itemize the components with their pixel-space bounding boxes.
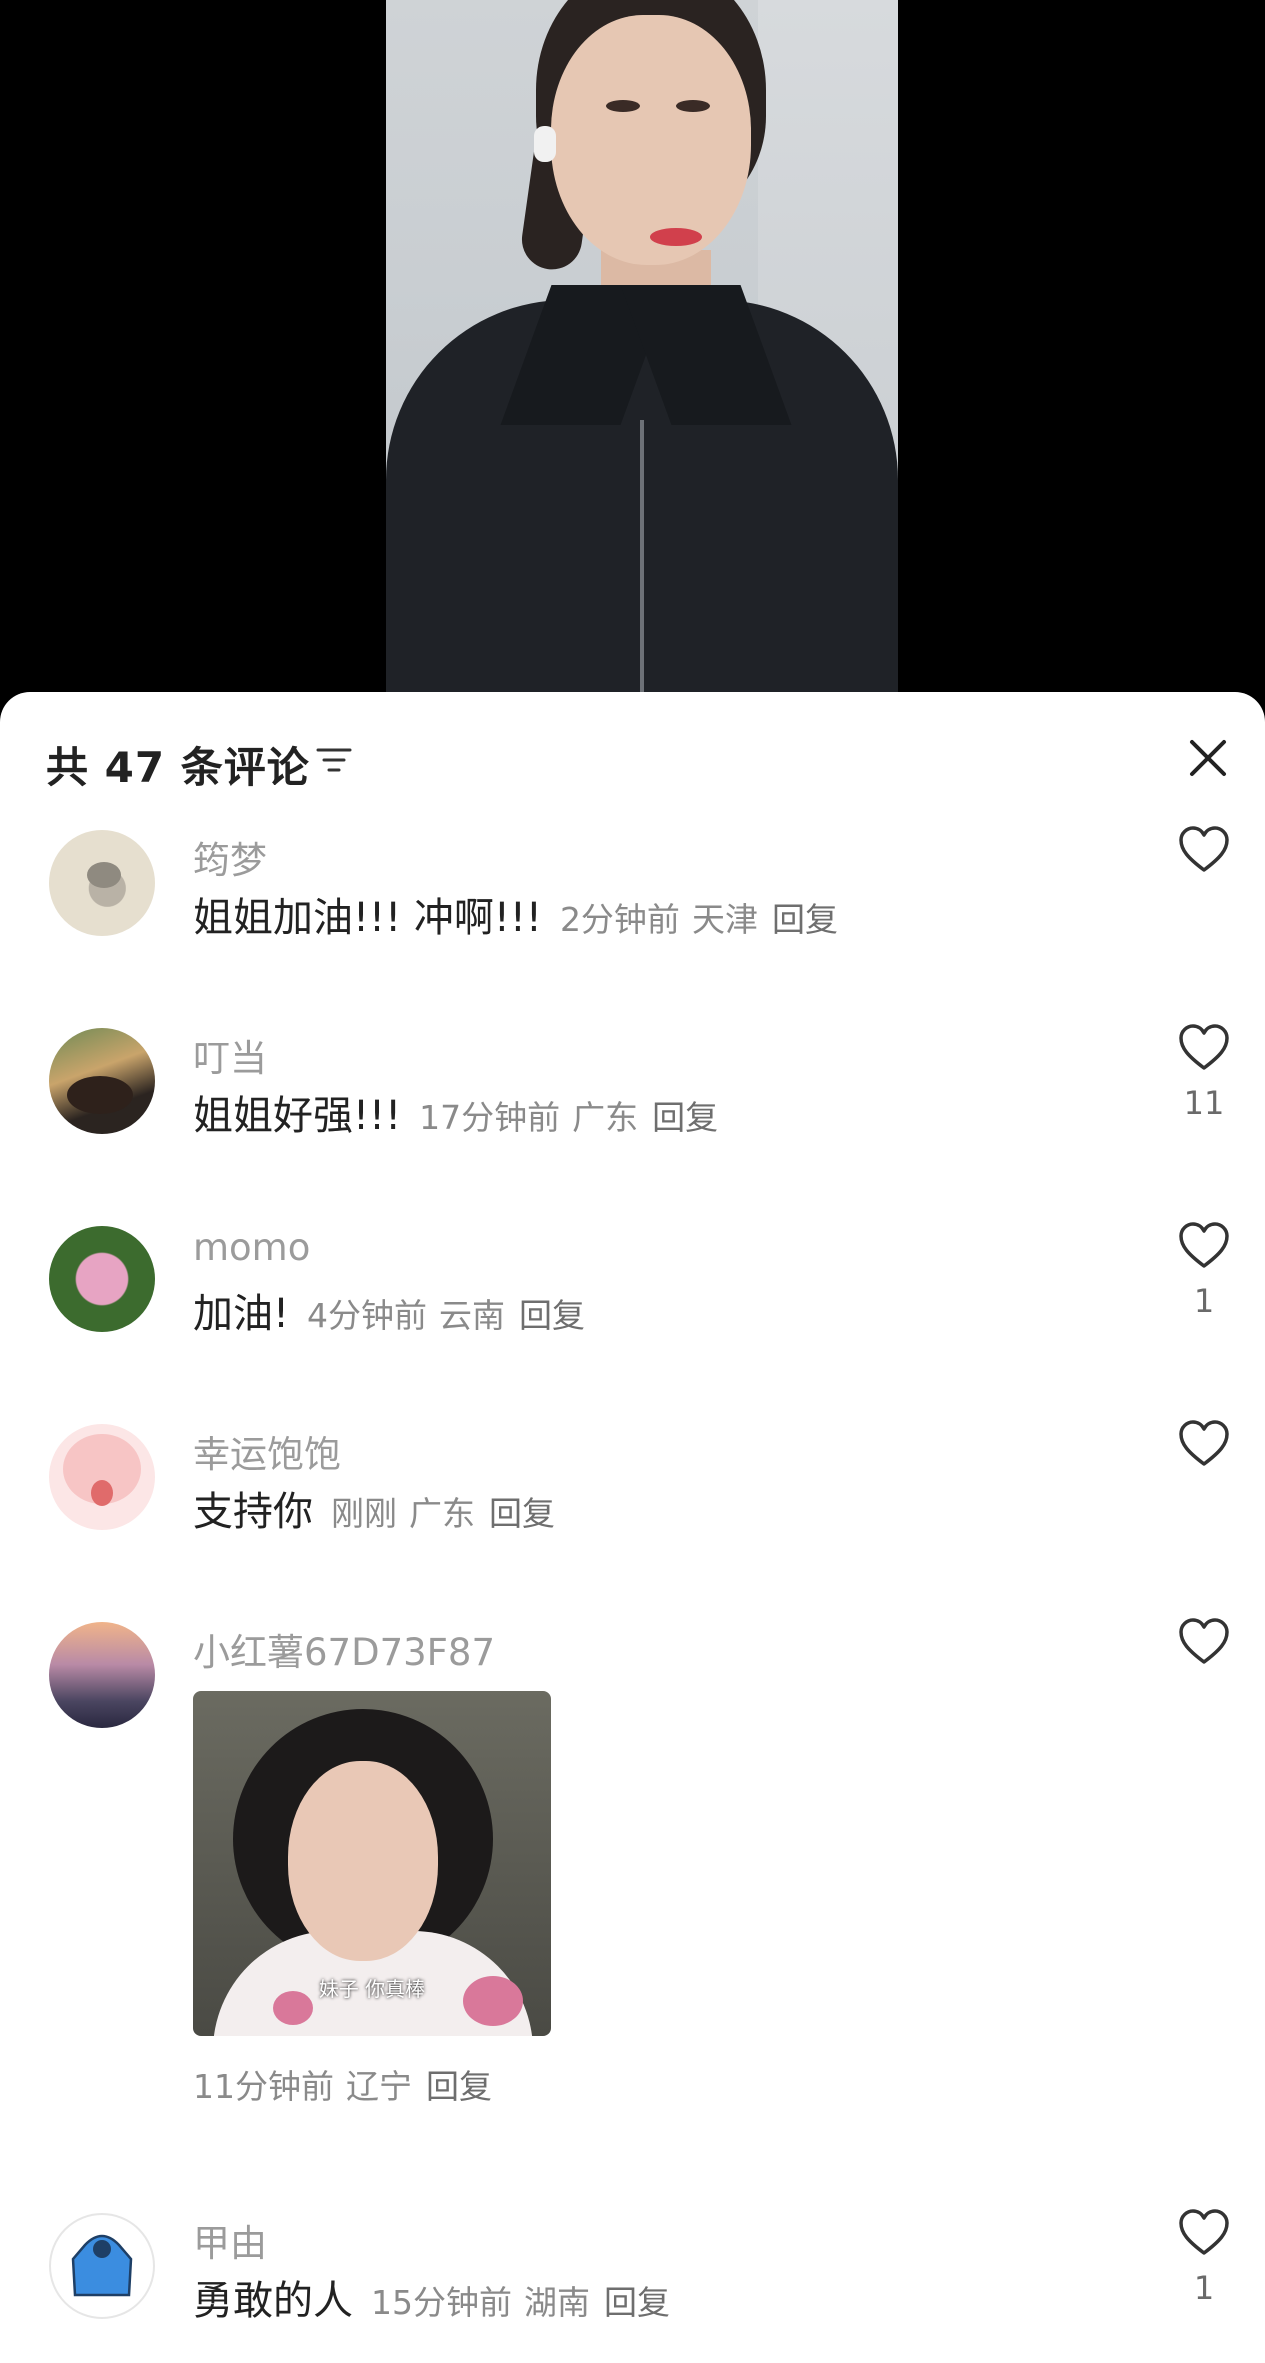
heart-outline-icon[interactable] [1178,1024,1230,1072]
comment-username[interactable]: momo [193,1226,310,1269]
comment-location: 天津 [691,900,758,939]
comment-username[interactable]: 筠梦 [193,830,267,884]
heart-outline-icon[interactable] [1178,826,1230,874]
avatar[interactable] [49,2213,155,2319]
comment-text: 姐姐好强!!! [193,1093,402,1139]
comment-time: 11分钟前 [193,2067,334,2106]
comment-text: 支持你 [193,1489,313,1535]
heart-outline-icon[interactable] [1178,1420,1230,1468]
video-frame [386,0,898,700]
comment-text: 加油! [193,1291,290,1337]
comment-content: 支持你 刚刚 广东 回复 [193,1479,555,1537]
like-count: 1 [1193,1282,1215,1320]
comment-count-title: 共 47 条评论 [46,743,310,792]
comment-username[interactable]: 幸运饱饱 [193,1424,341,1478]
sticker-image[interactable]: 妹子 你真棒 [193,1691,551,2036]
heart-outline-icon[interactable] [1178,1618,1230,1666]
avatar[interactable] [49,1424,155,1530]
reply-button[interactable]: 回复 [652,1098,718,1137]
avatar[interactable] [49,830,155,936]
comment-username[interactable]: 小红薯67D73F87 [193,1622,495,1676]
comment-content: 姐姐好强!!! 17分钟前 广东 回复 [193,1083,718,1141]
comment-sheet-header: 共 47 条评论 [0,692,1265,822]
close-icon[interactable] [1188,738,1228,778]
reply-button[interactable]: 回复 [772,900,838,939]
heart-outline-icon[interactable] [1178,2209,1230,2257]
comment-text: 姐姐加油!!! 冲啊!!! [193,895,542,941]
comment-meta: 11分钟前 辽宁 回复 [193,2060,492,2108]
comment-time: 17分钟前 [419,1098,561,1137]
avatar[interactable] [49,1622,155,1728]
comment-time: 刚刚 [331,1494,397,1533]
comment-time: 2分钟前 [559,900,680,939]
avatar[interactable] [49,1028,155,1134]
video-player[interactable] [0,0,1265,700]
comment-time: 4分钟前 [307,1296,428,1335]
comment-content: 加油! 4分钟前 云南 回复 [193,1281,585,1339]
avatar[interactable] [49,1226,155,1332]
comment-text: 勇敢的人 [193,2278,353,2324]
sort-icon[interactable] [316,744,352,776]
reply-button[interactable]: 回复 [426,2067,492,2106]
comment-location: 广东 [572,1098,639,1137]
comment-sheet: 共 47 条评论 筠梦 姐姐加油!!! 冲啊!!!2分钟前天津回复 叮当 [0,692,1265,2363]
comment-content: 姐姐加油!!! 冲啊!!! 2分钟前 天津 回复 [193,885,838,943]
sticker-caption: 妹子 你真棒 [318,1977,426,2001]
reply-button[interactable]: 回复 [519,1296,585,1335]
comment-content: 勇敢的人 15分钟前 湖南 回复 [193,2268,670,2326]
hoodie-icon [71,2234,133,2297]
like-count: 11 [1183,1084,1225,1122]
comment-time: 15分钟前 [371,2283,512,2322]
comment-location: 云南 [439,1296,506,1335]
comment-location: 广东 [409,1494,475,1533]
comment-location: 辽宁 [346,2067,412,2106]
reply-button[interactable]: 回复 [489,1494,555,1533]
like-count: 1 [1193,2269,1215,2307]
reply-button[interactable]: 回复 [604,2283,670,2322]
heart-outline-icon[interactable] [1178,1222,1230,1270]
comment-username[interactable]: 甲由 [193,2213,267,2267]
comment-location: 湖南 [524,2283,590,2322]
comment-username[interactable]: 叮当 [193,1028,267,1082]
